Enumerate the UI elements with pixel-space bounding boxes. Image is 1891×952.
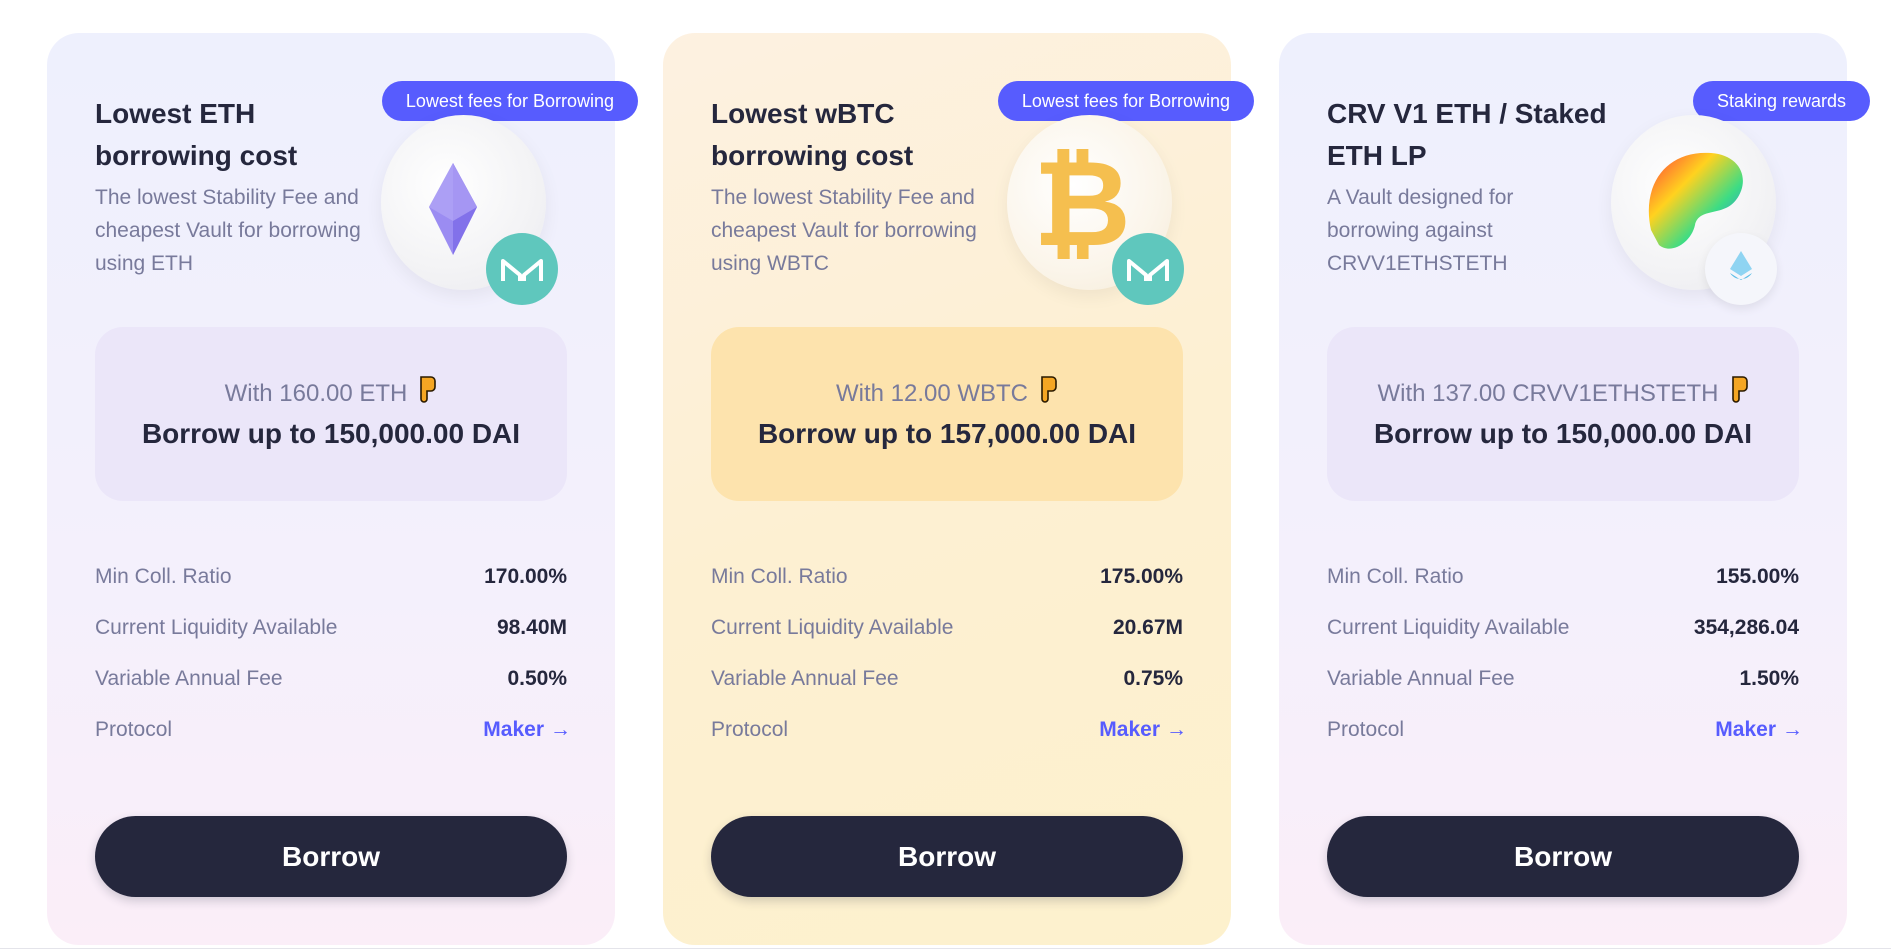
borrow-amount: Borrow up to 150,000.00 DAI (1373, 417, 1753, 449)
maker-icon (1112, 233, 1184, 305)
stats-list: Min Coll. Ratio 170.00% Current Liquidit… (95, 551, 571, 755)
lido-icon (1705, 233, 1777, 305)
stat-annual-fee: Variable Annual Fee 0.50% (95, 666, 567, 690)
token-illustration: ₿ (1007, 115, 1197, 315)
hand-pointing-down-icon (415, 375, 437, 414)
token-illustration (381, 115, 571, 315)
card-description: The lowest Stability Fee and cheapest Va… (711, 186, 977, 275)
borrow-summary: With 137.00 CRVV1ETHSTETH Borrow up to 1… (1327, 327, 1799, 501)
product-card-wbtc: Lowest fees for Borrowing Lowest wBTC bo… (663, 33, 1254, 945)
arrow-right-icon: → (550, 717, 571, 741)
product-card-crv: Staking rewards CRV V1 ETH / Staked ETH … (1279, 33, 1870, 945)
collateral-amount: With 137.00 CRVV1ETHSTETH (1377, 380, 1719, 407)
stats-list: Min Coll. Ratio 155.00% Current Liquidit… (1327, 551, 1803, 755)
stat-min-coll-ratio: Min Coll. Ratio 155.00% (1327, 564, 1799, 588)
page-divider (0, 948, 1891, 949)
stat-protocol: Protocol Maker → (95, 717, 571, 741)
borrow-button[interactable]: Borrow (711, 816, 1183, 897)
maker-icon (486, 233, 558, 305)
card-title: Lowest ETH borrowing cost (95, 98, 298, 171)
protocol-link[interactable]: Maker → (483, 718, 571, 742)
borrow-button[interactable]: Borrow (1327, 816, 1799, 897)
hand-pointing-down-icon (1727, 375, 1749, 414)
borrow-summary: With 12.00 WBTC Borrow up to 157,000.00 … (711, 327, 1183, 501)
stat-annual-fee: Variable Annual Fee 0.75% (711, 666, 1183, 690)
hand-pointing-down-icon (1036, 375, 1058, 414)
borrow-amount: Borrow up to 157,000.00 DAI (757, 417, 1137, 449)
card-title: Lowest wBTC borrowing cost (711, 98, 914, 171)
token-illustration (1611, 115, 1801, 315)
stat-min-coll-ratio: Min Coll. Ratio 170.00% (95, 564, 567, 588)
protocol-link[interactable]: Maker → (1715, 718, 1803, 742)
protocol-link[interactable]: Maker → (1099, 718, 1187, 742)
stat-protocol: Protocol Maker → (711, 717, 1187, 741)
stat-liquidity: Current Liquidity Available 20.67M (711, 615, 1183, 639)
stat-liquidity: Current Liquidity Available 98.40M (95, 615, 567, 639)
card-title: CRV V1 ETH / Staked ETH LP (1327, 98, 1607, 171)
collateral-amount: With 12.00 WBTC (835, 380, 1029, 407)
stat-protocol: Protocol Maker → (1327, 717, 1803, 741)
arrow-right-icon: → (1166, 717, 1187, 741)
stat-annual-fee: Variable Annual Fee 1.50% (1327, 666, 1799, 690)
borrow-button[interactable]: Borrow (95, 816, 567, 897)
card-description: The lowest Stability Fee and cheapest Va… (95, 186, 361, 275)
borrow-summary: With 160.00 ETH Borrow up to 150,000.00 … (95, 327, 567, 501)
stat-liquidity: Current Liquidity Available 354,286.04 (1327, 615, 1799, 639)
borrow-amount: Borrow up to 150,000.00 DAI (141, 417, 521, 449)
collateral-amount: With 160.00 ETH (224, 380, 408, 407)
stats-list: Min Coll. Ratio 175.00% Current Liquidit… (711, 551, 1187, 755)
card-description: A Vault designed for borrowing against C… (1327, 186, 1514, 275)
product-card-eth: Lowest fees for Borrowing Lowest ETH bor… (47, 33, 638, 945)
stat-min-coll-ratio: Min Coll. Ratio 175.00% (711, 564, 1183, 588)
arrow-right-icon: → (1782, 717, 1803, 741)
